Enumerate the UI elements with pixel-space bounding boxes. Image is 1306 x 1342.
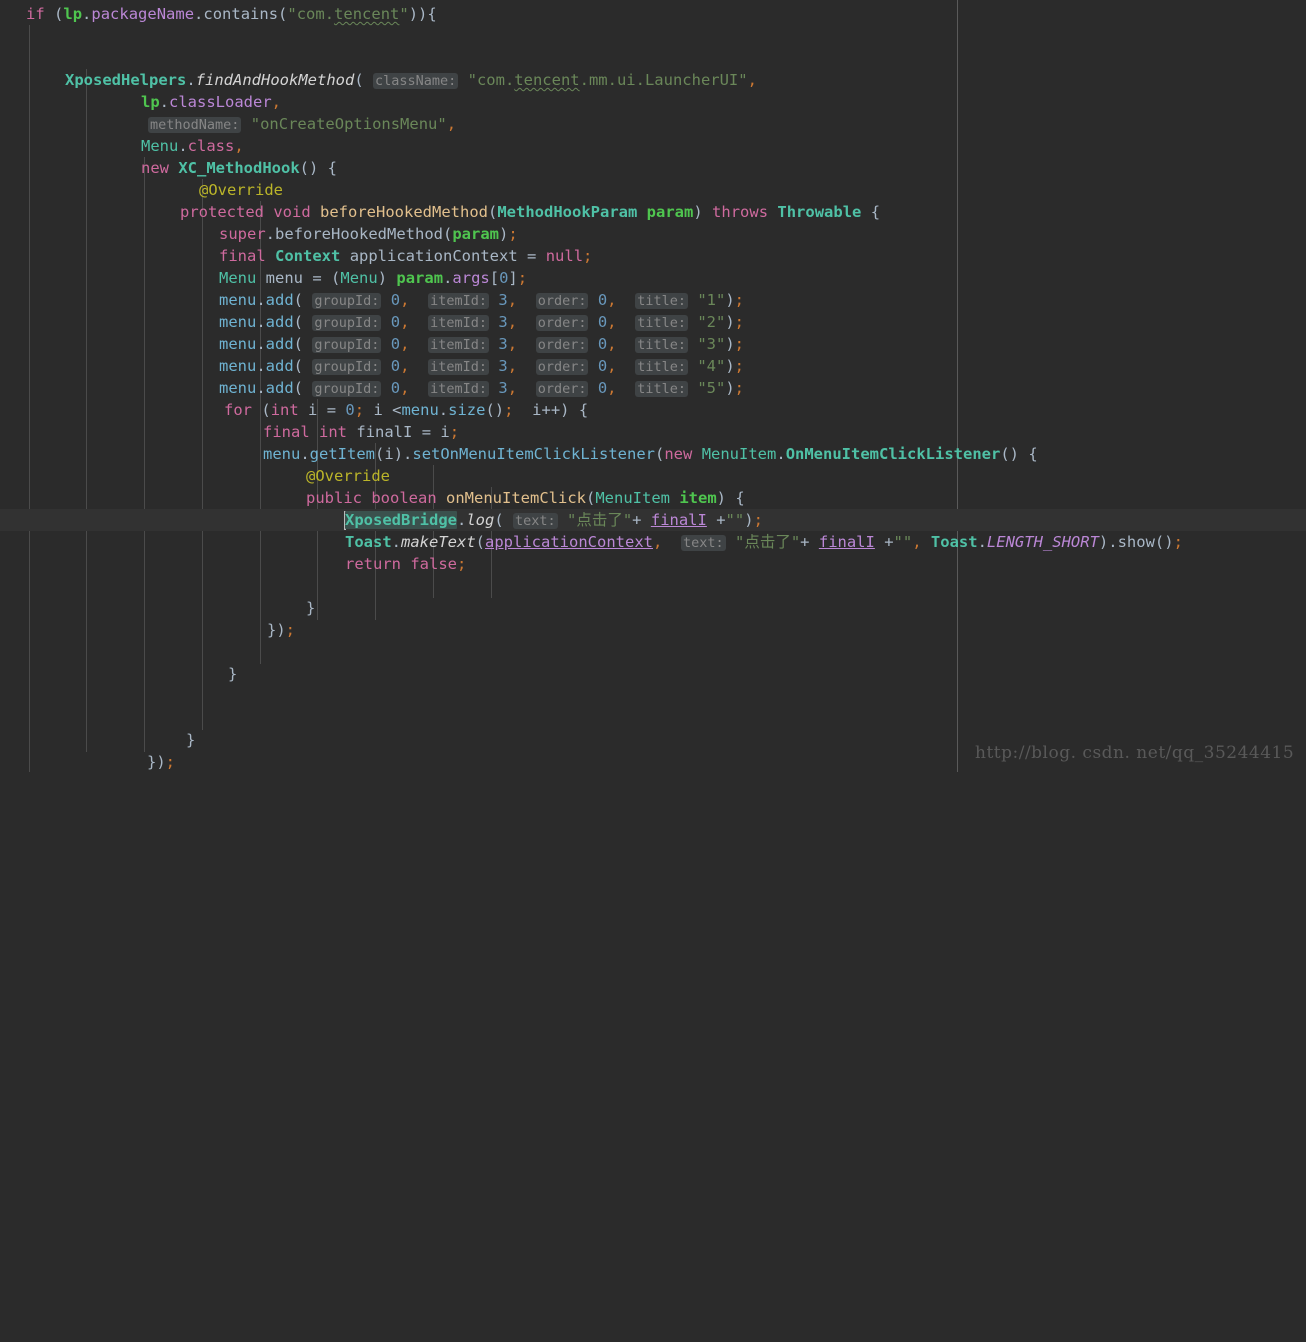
code-line[interactable]: public boolean onMenuItemClick(MenuItem … <box>306 487 745 509</box>
code-line[interactable]: new XC_MethodHook() { <box>141 157 337 179</box>
code-line[interactable]: menu.add( groupId: 0, itemId: 3, order: … <box>219 377 744 399</box>
code-line[interactable]: methodName: "onCreateOptionsMenu", <box>148 113 456 135</box>
code-line[interactable]: @Override <box>306 465 390 487</box>
code-line[interactable]: } <box>186 729 195 751</box>
code-line[interactable]: final int finalI = i; <box>263 421 459 443</box>
code-line[interactable]: } <box>306 597 315 619</box>
code-line[interactable]: Menu.class, <box>141 135 244 157</box>
code-line[interactable]: for (int i = 0; i <menu.size(); i++) { <box>224 399 588 421</box>
code-text-layer[interactable]: if (lp.packageName.contains("com.tencent… <box>0 0 1306 1342</box>
code-editor-canvas[interactable]: if (lp.packageName.contains("com.tencent… <box>0 0 1306 772</box>
code-line[interactable]: menu.getItem(i).setOnMenuItemClickListen… <box>263 443 1038 465</box>
code-line[interactable]: final Context applicationContext = null; <box>219 245 592 267</box>
code-line[interactable]: lp.classLoader, <box>141 91 281 113</box>
code-line[interactable]: } <box>228 663 237 685</box>
code-line[interactable]: return false; <box>345 553 466 575</box>
code-line[interactable]: Menu menu = (Menu) param.args[0]; <box>219 267 527 289</box>
code-line[interactable]: super.beforeHookedMethod(param); <box>219 223 518 245</box>
code-line[interactable]: menu.add( groupId: 0, itemId: 3, order: … <box>219 333 744 355</box>
code-line[interactable]: menu.add( groupId: 0, itemId: 3, order: … <box>219 355 744 377</box>
code-line[interactable]: menu.add( groupId: 0, itemId: 3, order: … <box>219 289 744 311</box>
code-line[interactable]: @Override <box>199 179 283 201</box>
code-line[interactable]: protected void beforeHookedMethod(Method… <box>180 201 880 223</box>
code-line[interactable]: }); <box>147 751 175 773</box>
code-line[interactable]: Toast.makeText(applicationContext, text:… <box>345 531 1183 553</box>
code-line[interactable]: XposedBridge.log( text: "点击了"+ finalI +"… <box>345 509 763 531</box>
code-line[interactable]: XposedHelpers.findAndHookMethod( classNa… <box>65 69 757 91</box>
code-line[interactable]: menu.add( groupId: 0, itemId: 3, order: … <box>219 311 744 333</box>
code-line[interactable]: if (lp.packageName.contains("com.tencent… <box>26 3 437 25</box>
code-line[interactable]: }); <box>267 619 295 641</box>
